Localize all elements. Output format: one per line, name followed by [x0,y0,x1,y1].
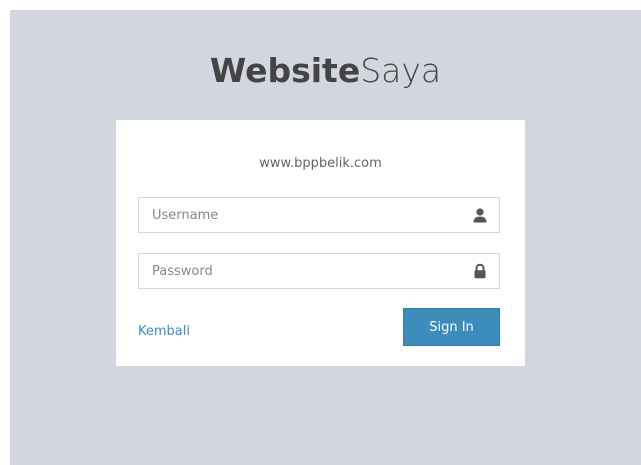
lock-icon [472,263,488,279]
username-input[interactable] [139,198,472,232]
password-input[interactable] [139,254,472,288]
back-link[interactable]: Kembali [138,324,190,339]
username-field [138,197,500,233]
sign-in-button[interactable]: Sign In [403,308,500,346]
login-page: WebsiteSaya www.bppbelik.com Kembali [10,10,641,465]
login-box: www.bppbelik.com Kembali Sign In [116,120,525,366]
logo-bold-text: Website [209,51,361,90]
logo-light-text: Saya [360,51,442,90]
user-icon [472,207,488,223]
password-field [138,253,500,289]
login-box-message: www.bppbelik.com [259,156,382,171]
site-logo[interactable]: WebsiteSaya [10,51,641,91]
